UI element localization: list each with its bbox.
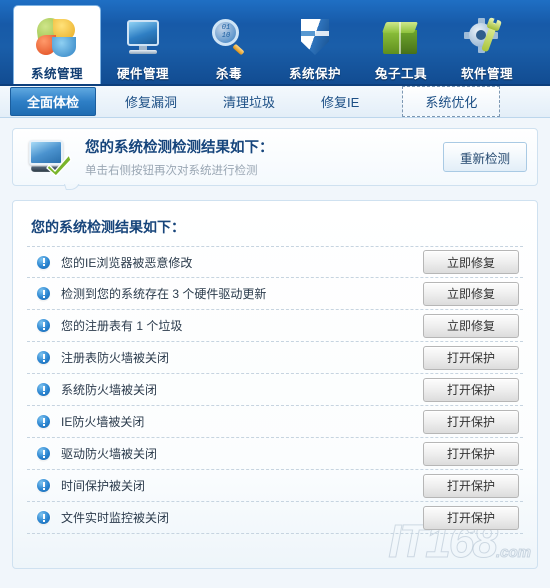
magnifier-icon: 01 10: [206, 17, 252, 61]
list-item-label: 您的注册表有 1 个垃圾: [61, 319, 183, 333]
fix-now-button[interactable]: 立即修复: [423, 250, 519, 274]
results-panel: 您的系统检测结果如下： 您的IE浏览器被恶意修改 立即修复 检测到您的系统存在 …: [12, 200, 538, 569]
list-item-label: 时间保护被关闭: [61, 479, 146, 493]
toolbar-item-label: 兔子工具: [374, 67, 427, 81]
list-item-label: 检测到您的系统存在 3 个硬件驱动更新: [61, 287, 267, 301]
monitor-icon: [120, 17, 166, 61]
banner-title: 您的系统检测检测结果如下：: [85, 140, 274, 156]
list-item-label: 驱动防火墙被关闭: [61, 447, 158, 461]
list-item: 检测到您的系统存在 3 个硬件驱动更新 立即修复: [27, 278, 523, 310]
enable-protection-button[interactable]: 打开保护: [423, 441, 519, 466]
content-area: 您的系统检测检测结果如下： 单击右侧按钮再次对系统进行检测 重新检测 您的系统检…: [0, 118, 550, 569]
main-toolbar: 系统管理 硬件管理 01 10 杀毒 系统保护 兔子工具 软件管理: [0, 0, 550, 86]
list-item: 注册表防火墙被关闭 打开保护: [27, 342, 523, 374]
green-box-icon: [378, 17, 424, 61]
list-item-label: IE防火墙被关闭: [61, 415, 145, 429]
status-banner: 您的系统检测检测结果如下： 单击右侧按钮再次对系统进行检测 重新检测: [12, 128, 538, 186]
list-item-label: 您的IE浏览器被恶意修改: [61, 255, 193, 270]
info-exclamation-icon: [37, 479, 50, 492]
list-item-label: 注册表防火墙被关闭: [61, 351, 170, 365]
app-window: 系统管理 硬件管理 01 10 杀毒 系统保护 兔子工具 软件管理 全面体检 修…: [0, 0, 550, 588]
list-item-label: 文件实时监控被关闭: [61, 511, 170, 525]
info-exclamation-icon: [37, 287, 50, 300]
toolbar-item-label: 硬件管理: [116, 67, 169, 81]
watermark-suffix: .com: [495, 544, 531, 561]
info-exclamation-icon: [37, 447, 50, 460]
toolbar-item-label: 系统保护: [288, 67, 341, 81]
toolbar-item-antivirus[interactable]: 01 10 杀毒: [186, 6, 272, 86]
banner-tail: [63, 184, 81, 194]
list-item: IE防火墙被关闭 打开保护: [27, 406, 523, 438]
toolbar-item-software-management[interactable]: 软件管理: [444, 6, 530, 86]
list-item: 驱动防火墙被关闭 打开保护: [27, 438, 523, 470]
toolbar-item-rabbit-tools[interactable]: 兔子工具: [358, 6, 444, 86]
toolbar-item-label: 系统管理: [30, 67, 83, 81]
tab-clean-junk[interactable]: 清理垃圾: [206, 87, 292, 116]
info-exclamation-icon: [37, 511, 50, 524]
tab-full-checkup[interactable]: 全面体检: [10, 87, 97, 116]
pie-chart-icon: [34, 16, 80, 61]
enable-protection-button[interactable]: 打开保护: [423, 505, 519, 530]
fix-now-button[interactable]: 立即修复: [423, 313, 519, 338]
info-exclamation-icon: [37, 255, 50, 269]
tab-system-optimization[interactable]: 系统优化: [402, 86, 501, 117]
list-item: 您的注册表有 1 个垃圾 立即修复: [27, 310, 523, 342]
tab-fix-vulnerabilities[interactable]: 修复漏洞: [108, 87, 194, 116]
info-exclamation-icon: [37, 415, 50, 428]
results-list: 您的IE浏览器被恶意修改 立即修复 检测到您的系统存在 3 个硬件驱动更新 立即…: [27, 246, 523, 534]
info-exclamation-icon: [37, 319, 50, 332]
enable-protection-button[interactable]: 打开保护: [423, 409, 519, 434]
shield-icon: [292, 17, 338, 61]
enable-protection-button[interactable]: 打开保护: [423, 345, 519, 370]
green-check-icon: [46, 153, 72, 176]
toolbar-item-hardware-management[interactable]: 硬件管理: [100, 6, 186, 86]
enable-protection-button[interactable]: 打开保护: [423, 377, 519, 402]
list-item: 文件实时监控被关闭 打开保护: [27, 502, 523, 534]
fix-now-button[interactable]: 立即修复: [423, 281, 519, 306]
monitor-check-icon: [27, 136, 75, 178]
rescan-button[interactable]: 重新检测: [443, 142, 527, 172]
list-item-label: 系统防火墙被关闭: [61, 383, 158, 397]
info-exclamation-icon: [37, 383, 50, 396]
sub-tab-bar: 全面体检 修复漏洞 清理垃圾 修复IE 系统优化: [0, 86, 550, 118]
banner-subtitle: 单击右侧按钮再次对系统进行检测: [85, 165, 258, 177]
toolbar-item-system-protection[interactable]: 系统保护: [272, 6, 358, 86]
list-item: 时间保护被关闭 打开保护: [27, 470, 523, 502]
list-item: 您的IE浏览器被恶意修改 立即修复: [27, 246, 523, 278]
toolbar-item-system-management[interactable]: 系统管理: [14, 6, 100, 86]
list-item: 系统防火墙被关闭 打开保护: [27, 374, 523, 406]
results-title: 您的系统检测结果如下：: [31, 219, 185, 235]
gear-wrench-icon: [464, 17, 510, 61]
toolbar-item-label: 杀毒: [215, 67, 242, 81]
info-exclamation-icon: [37, 351, 50, 364]
enable-protection-button[interactable]: 打开保护: [423, 473, 519, 498]
tab-repair-ie[interactable]: 修复IE: [304, 87, 376, 116]
toolbar-item-label: 软件管理: [460, 67, 513, 81]
